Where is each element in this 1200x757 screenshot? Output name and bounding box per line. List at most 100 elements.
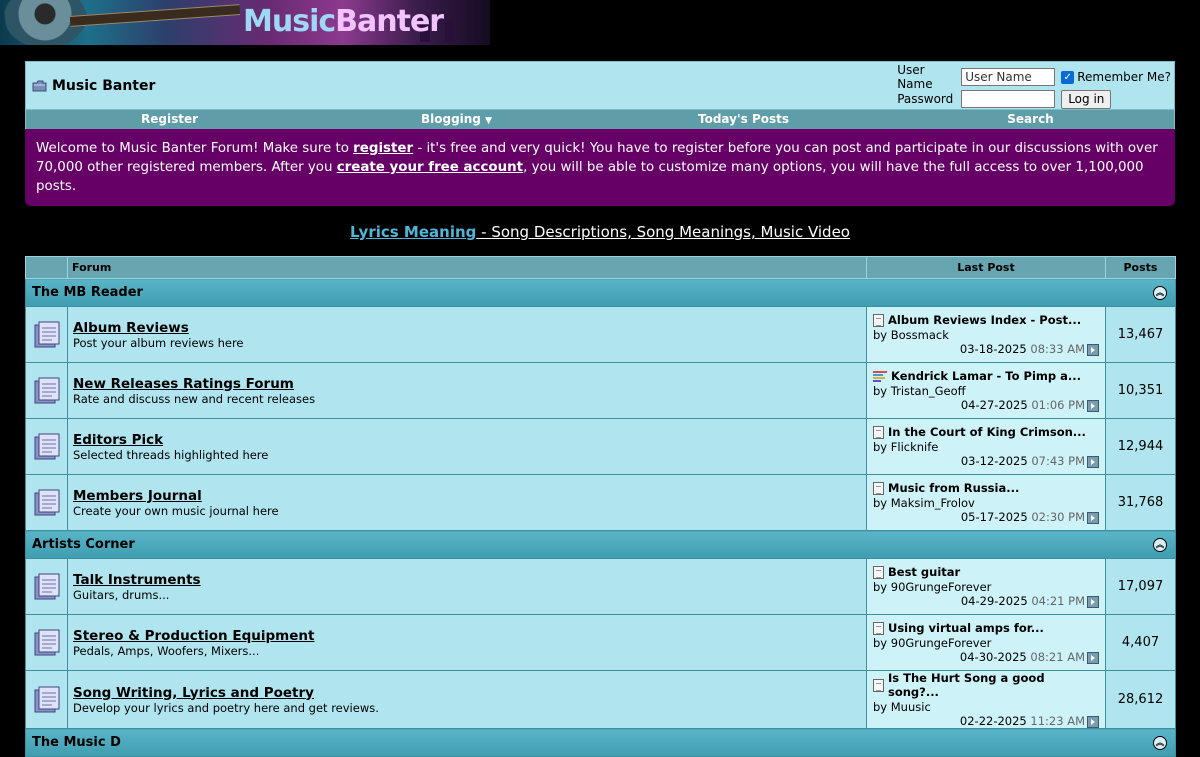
last-post-title-text[interactable]: Using virtual amps for... bbox=[888, 621, 1044, 635]
bars-icon bbox=[873, 370, 887, 383]
go-to-last-post-icon[interactable] bbox=[1087, 595, 1099, 608]
last-post-author[interactable]: by Tristan_Geoff bbox=[873, 384, 1099, 398]
forum-description: Create your own music journal here bbox=[73, 503, 279, 518]
document-icon bbox=[873, 313, 884, 327]
nav-search[interactable]: Search bbox=[887, 110, 1174, 129]
document-icon bbox=[873, 678, 884, 692]
collapse-icon[interactable]: ︽ bbox=[1153, 286, 1167, 300]
last-post-title-text[interactable]: Music from Russia... bbox=[888, 481, 1019, 495]
last-post-title[interactable]: Using virtual amps for... bbox=[873, 621, 1099, 635]
forum-title-link[interactable]: New Releases Ratings Forum bbox=[68, 376, 866, 392]
welcome-notice: Welcome to Music Banter Forum! Make sure… bbox=[25, 129, 1175, 206]
forum-row: Album Reviews Post your album reviews her… bbox=[25, 306, 1176, 363]
forum-row: Editors Pick Selected threads highlighted… bbox=[25, 418, 1176, 475]
lyrics-meaning-link[interactable]: Lyrics Meaning bbox=[350, 223, 476, 241]
lyrics-meaning-desc[interactable]: - Song Descriptions, Song Meanings, Musi… bbox=[476, 223, 850, 241]
forum-title-link[interactable]: Album Reviews bbox=[68, 320, 866, 336]
forum-title-link[interactable]: Talk Instruments bbox=[68, 572, 866, 588]
header-last-post: Last Post bbox=[866, 256, 1106, 279]
post-count: 28,612 bbox=[1105, 670, 1176, 729]
login-button[interactable]: Log in bbox=[1061, 89, 1112, 109]
site-logo[interactable]: MusicBanter bbox=[243, 4, 444, 40]
last-post-author[interactable]: by Flicknife bbox=[873, 440, 1099, 454]
category-title[interactable]: The MB Reader bbox=[32, 285, 143, 300]
post-count: 31,768 bbox=[1105, 474, 1176, 531]
forum-description: Rate and discuss new and recent releases bbox=[73, 391, 316, 406]
last-post-author[interactable]: by Muusic bbox=[873, 700, 1099, 714]
username-input[interactable] bbox=[961, 68, 1056, 86]
category-title[interactable]: Artists Corner bbox=[32, 537, 135, 552]
register-link[interactable]: register bbox=[353, 141, 413, 156]
last-post-title[interactable]: In the Court of King Crimson... bbox=[873, 425, 1099, 439]
remember-me-checkbox[interactable]: ✓ bbox=[1061, 70, 1075, 84]
last-post-title[interactable]: Album Reviews Index - Post... bbox=[873, 313, 1099, 327]
last-post-time: 01:06 PM bbox=[1031, 398, 1085, 412]
go-to-last-post-icon[interactable] bbox=[1087, 399, 1099, 412]
go-to-last-post-icon[interactable] bbox=[1087, 455, 1099, 468]
nav-register[interactable]: Register bbox=[26, 110, 313, 129]
last-post-author[interactable]: by Maksim_Frolov bbox=[873, 496, 1099, 510]
forum-title-link[interactable]: Song Writing, Lyrics and Poetry bbox=[68, 685, 866, 701]
forum-icon bbox=[34, 377, 59, 403]
site-title[interactable]: Music Banter bbox=[52, 78, 155, 94]
last-post-title-text[interactable]: In the Court of King Crimson... bbox=[888, 425, 1086, 439]
site-banner[interactable]: MusicBanter bbox=[0, 0, 490, 45]
last-post-date: 04-27-2025 01:06 PM bbox=[873, 398, 1099, 412]
forum-description: Post your album reviews here bbox=[73, 335, 244, 350]
folder-icon bbox=[32, 80, 47, 92]
category-header: Artists Corner ︽ bbox=[25, 530, 1176, 559]
last-post-author[interactable]: by Bossmack bbox=[873, 328, 1099, 342]
last-post-title-text[interactable]: Is The Hurt Song a good song?... bbox=[888, 671, 1099, 699]
logo-text-banter: Banter bbox=[335, 4, 444, 39]
password-label: Password bbox=[897, 92, 954, 106]
forum-row: New Releases Ratings Forum Rate and discu… bbox=[25, 362, 1176, 419]
last-post-date: 02-22-2025 11:23 AM bbox=[873, 714, 1099, 728]
last-post-title-text[interactable]: Album Reviews Index - Post... bbox=[888, 313, 1081, 327]
last-post-author[interactable]: by 90GrungeForever bbox=[873, 580, 1099, 594]
create-account-link[interactable]: create your free account bbox=[337, 160, 523, 175]
last-post-date-text: 03-12-2025 bbox=[960, 454, 1028, 468]
go-to-last-post-icon[interactable] bbox=[1087, 511, 1099, 524]
last-post-time: 07:43 PM bbox=[1031, 454, 1085, 468]
last-post-date-text: 04-30-2025 bbox=[959, 650, 1027, 664]
forum-icon-cell bbox=[25, 362, 68, 419]
last-post-title-text[interactable]: Best guitar bbox=[888, 565, 960, 579]
forum-icon bbox=[34, 489, 59, 515]
forum-icon-cell bbox=[25, 558, 68, 615]
last-post-title[interactable]: Best guitar bbox=[873, 565, 1099, 579]
nav-todays-posts[interactable]: Today's Posts bbox=[600, 110, 887, 129]
collapse-icon[interactable]: ︽ bbox=[1153, 538, 1167, 552]
password-input[interactable] bbox=[961, 90, 1056, 108]
forum-icon-cell bbox=[25, 474, 68, 531]
go-to-last-post-icon[interactable] bbox=[1087, 343, 1099, 356]
last-post-date-text: 03-18-2025 bbox=[959, 342, 1027, 356]
forum-title-link[interactable]: Members Journal bbox=[68, 488, 866, 504]
forum-icon-cell bbox=[25, 670, 68, 729]
post-count: 4,407 bbox=[1105, 614, 1176, 671]
last-post-date-text: 02-22-2025 bbox=[959, 714, 1027, 728]
category-row: Artists Corner ︽ bbox=[25, 530, 1176, 559]
go-to-last-post-icon[interactable] bbox=[1087, 715, 1099, 728]
last-post-cell: In the Court of King Crimson... by Flickn… bbox=[866, 418, 1106, 475]
forum-title-link[interactable]: Stereo & Production Equipment bbox=[68, 628, 866, 644]
category-title[interactable]: The Music D bbox=[32, 735, 121, 750]
remember-me[interactable]: ✓ Remember Me? bbox=[1061, 70, 1171, 84]
last-post-title[interactable]: Kendrick Lamar - To Pimp a... bbox=[873, 369, 1099, 383]
last-post-author[interactable]: by 90GrungeForever bbox=[873, 636, 1099, 650]
post-count: 13,467 bbox=[1105, 306, 1176, 363]
go-to-last-post-icon[interactable] bbox=[1087, 651, 1099, 664]
last-post-cell: Best guitar by 90GrungeForever 04-29-2025 … bbox=[866, 558, 1106, 615]
logo-text-music: Music bbox=[243, 4, 336, 39]
collapse-icon[interactable]: ︽ bbox=[1153, 736, 1167, 750]
last-post-title[interactable]: Is The Hurt Song a good song?... bbox=[873, 671, 1099, 699]
last-post-title-text[interactable]: Kendrick Lamar - To Pimp a... bbox=[891, 369, 1081, 383]
nav-blogging[interactable]: Blogging ▼ bbox=[313, 110, 600, 129]
category-header: The Music D ︽ bbox=[25, 728, 1176, 757]
forum-title-link[interactable]: Editors Pick bbox=[68, 432, 866, 448]
category-header: The MB Reader ︽ bbox=[25, 278, 1176, 307]
header-forum: Forum bbox=[67, 256, 867, 279]
last-post-cell: Kendrick Lamar - To Pimp a... by Tristan_… bbox=[866, 362, 1106, 419]
forum-info-cell: Album Reviews Post your album reviews her… bbox=[67, 306, 867, 363]
forum-info-cell: Stereo & Production Equipment Pedals, Amp… bbox=[67, 614, 867, 671]
last-post-title[interactable]: Music from Russia... bbox=[873, 481, 1099, 495]
